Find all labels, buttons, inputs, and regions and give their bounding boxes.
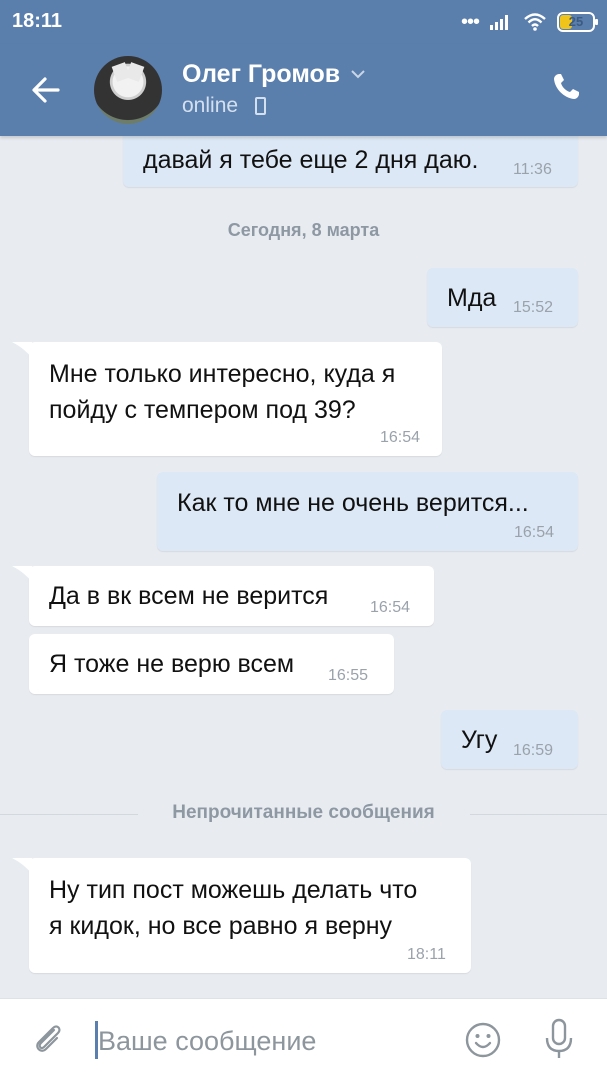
message-text: Да в вк всем не верится [49, 582, 329, 610]
message-composer [0, 998, 607, 1080]
message-time: 15:52 [513, 299, 554, 316]
message-text: Ну тип пост можешь делать что [49, 876, 418, 904]
phone-device-icon [255, 97, 266, 115]
more-dots-icon: ••• [460, 10, 480, 33]
message-text: Мда [447, 284, 497, 312]
bubble-tail [12, 342, 32, 358]
message-bubble-outgoing[interactable]: давай я тебе еще 2 дня даю. 11:36 [123, 128, 578, 187]
message-time: 18:11 [407, 946, 446, 963]
message-bubble-incoming[interactable]: Я тоже не верю всем 16:55 [29, 634, 394, 694]
call-icon[interactable] [551, 72, 581, 102]
chevron-down-icon[interactable] [350, 66, 366, 82]
message-bubble-incoming[interactable]: Да в вк всем не верится 16:54 [29, 566, 434, 626]
message-bubble-incoming[interactable]: Ну тип пост можешь делать что я кидок, н… [29, 858, 471, 973]
wifi-icon [524, 13, 546, 31]
back-arrow-icon[interactable] [28, 72, 64, 108]
status-icons: ••• 25 [460, 8, 598, 36]
message-bubble-incoming[interactable]: Мне только интересно, куда я пойду с тем… [29, 342, 442, 456]
message-bubble-outgoing[interactable]: Мда 15:52 [427, 268, 578, 327]
message-time: 16:54 [380, 429, 421, 446]
microphone-icon[interactable] [540, 1017, 578, 1061]
message-text: давай я тебе еще 2 дня даю. [143, 146, 479, 174]
message-text: Угу [461, 726, 498, 754]
message-time: 11:36 [513, 161, 552, 178]
contact-name[interactable]: Олег Громов [182, 60, 340, 89]
unread-separator-label: Непрочитанные сообщения [172, 802, 435, 823]
message-text: я кидок, но все равно я верну [49, 912, 393, 940]
message-text: Как то мне не очень верится... [177, 489, 529, 517]
message-text: Я тоже не верю всем [49, 650, 295, 678]
message-text: Мне только интересно, куда я [49, 360, 396, 388]
contact-status: online [182, 94, 239, 117]
message-time: 16:54 [370, 599, 411, 616]
attach-icon[interactable] [30, 1021, 66, 1057]
message-time: 16:54 [514, 524, 555, 541]
bubble-tail [12, 566, 32, 582]
chat-header: Олег Громов online [0, 44, 607, 136]
signal-icon [490, 15, 508, 30]
avatar[interactable] [94, 56, 162, 124]
message-text: пойду с темпером под 39? [49, 396, 356, 424]
battery-level: 25 [568, 14, 584, 29]
status-bar: 18:11 ••• 25 [0, 0, 607, 44]
message-input[interactable] [98, 1019, 438, 1063]
battery-icon: 25 [557, 12, 598, 32]
message-bubble-outgoing[interactable]: Угу 16:59 [441, 710, 578, 769]
message-bubble-outgoing[interactable]: Как то мне не очень верится... 16:54 [157, 472, 578, 551]
message-time: 16:59 [513, 742, 554, 759]
date-separator: Сегодня, 8 марта [227, 220, 380, 240]
bubble-tail [12, 858, 32, 874]
emoji-icon[interactable] [464, 1021, 502, 1059]
unread-separator: Непрочитанные сообщения [0, 800, 607, 830]
status-time: 18:11 [12, 10, 63, 32]
message-time: 16:55 [328, 667, 369, 684]
